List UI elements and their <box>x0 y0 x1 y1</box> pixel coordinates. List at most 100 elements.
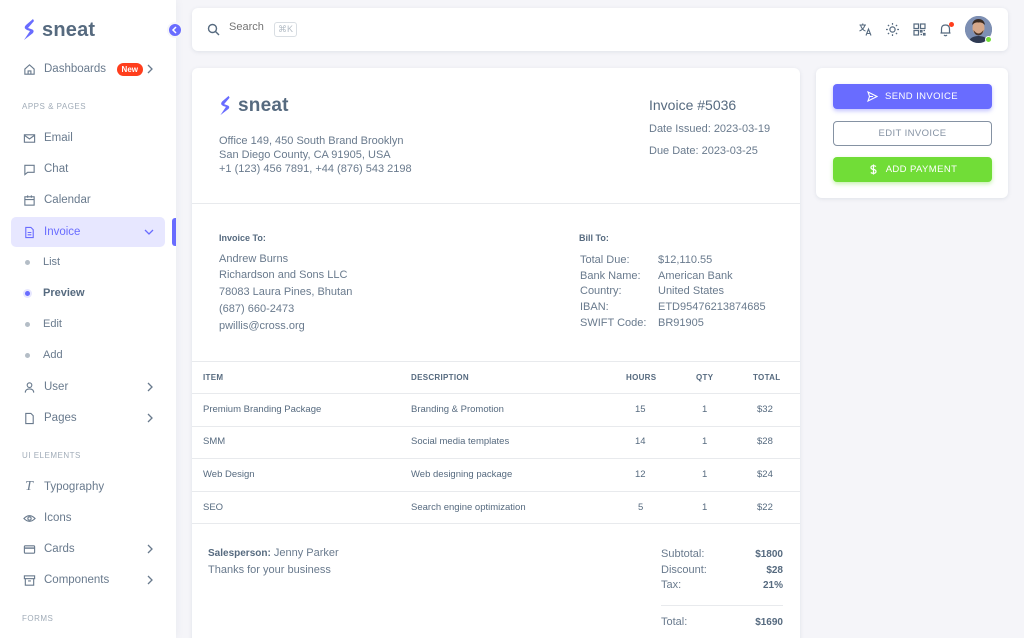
cell-hours: 15 <box>635 404 646 415</box>
sneat-logo-icon <box>24 19 34 40</box>
sidebar-item-label: Cards <box>44 543 75 555</box>
section-header-apps: APPS & PAGES <box>22 102 87 111</box>
invoice-number: Invoice #5036 <box>649 97 737 113</box>
table-row-border <box>192 491 800 492</box>
discount-label: Discount: <box>661 564 707 576</box>
table-row-border <box>192 393 800 394</box>
sidebar-collapse-button[interactable] <box>167 22 183 38</box>
column-header-item: ITEM <box>203 373 224 382</box>
cell-qty: 1 <box>702 436 708 447</box>
eye-icon <box>22 511 36 525</box>
cell-qty: 1 <box>702 502 708 513</box>
page-icon <box>22 411 36 425</box>
sidebar-item-label: Components <box>44 574 110 586</box>
column-header-hours: HOURS <box>626 373 657 382</box>
chevron-right-icon <box>147 575 153 585</box>
sidebar-subitem-list[interactable]: List <box>22 252 60 272</box>
sidebar-item-user[interactable]: User <box>11 372 165 402</box>
client-email: pwillis@cross.org <box>219 320 305 332</box>
cell-item: Web Design <box>203 469 255 480</box>
chevron-right-icon <box>147 413 153 423</box>
address-line: +1 (123) 456 7891, +44 (876) 543 2198 <box>219 163 412 175</box>
cell-total: $22 <box>757 502 773 513</box>
send-invoice-button[interactable]: SEND INVOICE <box>833 84 992 109</box>
sidebar-item-chat[interactable]: Chat <box>11 154 165 184</box>
subtotal-label: Subtotal: <box>661 548 705 560</box>
table-top-border <box>192 361 800 362</box>
due-date: Due Date: 2023-03-25 <box>649 145 758 157</box>
sidebar-item-label: Icons <box>44 512 72 524</box>
sidebar-item-pages[interactable]: Pages <box>11 403 165 433</box>
date-issued: Date Issued: 2023-03-19 <box>649 123 771 135</box>
send-icon <box>867 91 879 102</box>
cell-hours: 14 <box>635 436 646 447</box>
address-line: San Diego County, CA 91905, USA <box>219 149 391 161</box>
invoice-brand: sneat <box>218 95 289 117</box>
cell-total: $32 <box>757 404 773 415</box>
dollar-icon <box>870 164 877 175</box>
archive-icon <box>22 573 36 587</box>
sidebar-item-invoice[interactable]: Invoice <box>11 217 165 247</box>
sidebar-brand[interactable]: sneat <box>22 17 95 43</box>
sidebar-item-components[interactable]: Components <box>11 565 165 595</box>
sidebar-subitem-preview[interactable]: Preview <box>22 283 85 303</box>
cell-qty: 1 <box>702 469 708 480</box>
sidebar-item-dashboards[interactable]: Dashboards New <box>11 54 165 84</box>
client-phone: (687) 660-2473 <box>219 303 295 315</box>
add-payment-button[interactable]: ADD PAYMENT <box>833 157 992 182</box>
total-label: Total: <box>661 616 688 628</box>
chevron-right-icon <box>147 544 153 554</box>
mail-icon <box>22 131 36 145</box>
invoice-preview-card: sneat Office 149, 450 South Brand Brookl… <box>192 68 800 638</box>
calendar-icon <box>22 193 36 207</box>
sidebar-item-label: Pages <box>44 412 77 424</box>
sidebar-item-label: Email <box>44 132 73 144</box>
discount-value: $28 <box>766 565 783 576</box>
thanks-note: Thanks for your business <box>208 564 331 576</box>
sidebar-item-cards[interactable]: Cards <box>11 534 165 564</box>
client-address: 78083 Laura Pines, Bhutan <box>219 286 353 298</box>
translate-icon[interactable] <box>858 22 873 37</box>
grid-shortcuts-icon[interactable] <box>912 22 927 37</box>
cell-hours: 12 <box>635 469 646 480</box>
bill-row-bank-name: Bank Name: American Bank <box>580 270 733 282</box>
sidebar-subitem-edit[interactable]: Edit <box>22 314 62 334</box>
sidebar-subitem-add[interactable]: Add <box>22 345 63 365</box>
tax-value: 21% <box>762 580 783 591</box>
active-indicator <box>172 218 176 246</box>
chevron-down-icon <box>144 229 154 235</box>
chevron-left-icon <box>171 26 177 34</box>
card-icon <box>22 542 36 556</box>
column-header-total: TOTAL <box>753 373 781 382</box>
cell-item: SEO <box>203 502 224 513</box>
chat-icon <box>22 162 36 176</box>
sidebar-item-calendar[interactable]: Calendar <box>11 185 165 215</box>
client-name: Andrew Burns <box>219 253 289 265</box>
new-badge: New <box>116 63 143 76</box>
sidebar-item-label: Typography <box>44 481 105 493</box>
bill-row-swift: SWIFT Code: BR91905 <box>580 317 704 329</box>
search-shortcut: ⌘K <box>274 22 298 37</box>
cell-description: Search engine optimization <box>411 502 526 513</box>
cell-item: Premium Branding Package <box>203 404 322 415</box>
column-header-qty: QTY <box>696 373 714 382</box>
total-value: $1690 <box>755 617 783 628</box>
sun-icon[interactable] <box>885 22 900 37</box>
column-header-description: DESCRIPTION <box>411 373 469 382</box>
sidebar-item-icons[interactable]: Icons <box>11 503 165 533</box>
typography-icon: T <box>25 479 33 494</box>
sidebar-item-label: Dashboards <box>44 63 107 75</box>
sidebar-item-email[interactable]: Email <box>11 123 165 153</box>
divider <box>192 203 800 204</box>
cell-total: $24 <box>757 469 773 480</box>
table-row-border <box>192 458 800 459</box>
sidebar-item-typography[interactable]: T Typography <box>11 472 165 502</box>
edit-invoice-button[interactable]: EDIT INVOICE <box>833 121 992 146</box>
cell-description: Web designing package <box>411 469 513 480</box>
bill-to-label: Bill To: <box>579 233 609 243</box>
brand-name: sneat <box>238 95 289 116</box>
search-icon[interactable] <box>207 23 220 36</box>
table-row-border <box>192 426 800 427</box>
client-company: Richardson and Sons LLC <box>219 269 348 281</box>
totals-divider <box>661 605 783 606</box>
